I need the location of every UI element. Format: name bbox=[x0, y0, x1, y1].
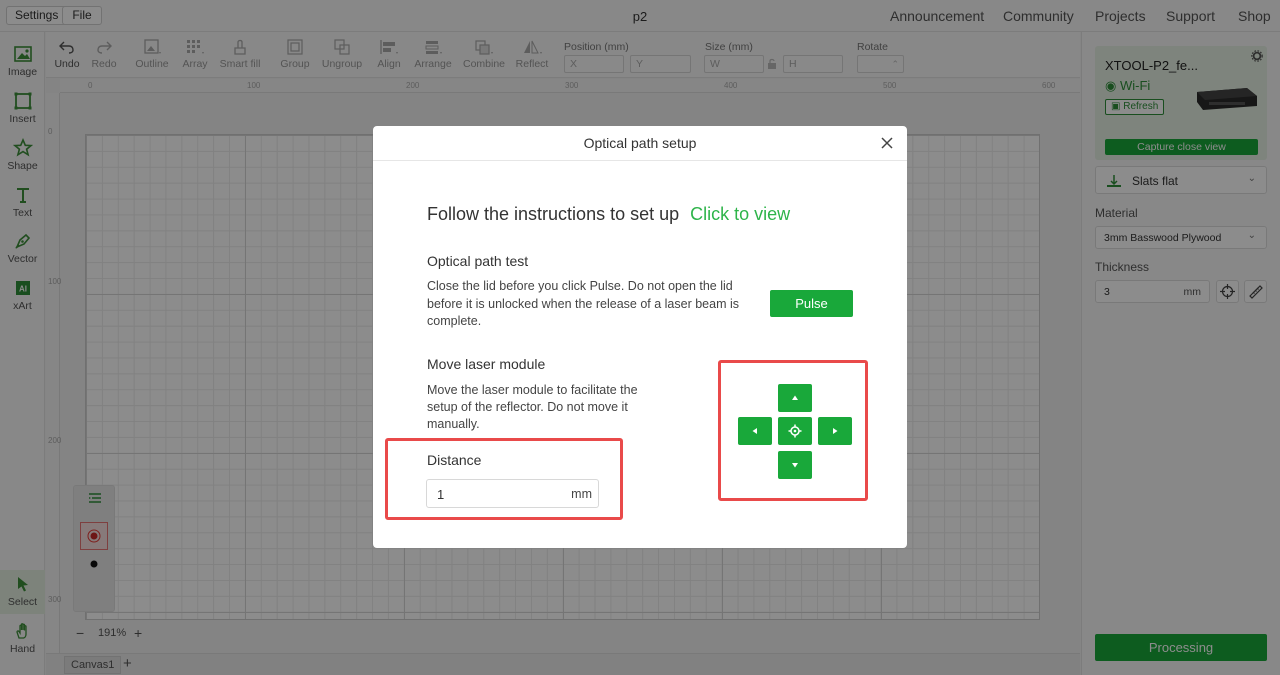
move-laser-module-text: Move the laser module to facilitate the … bbox=[427, 383, 638, 431]
instructions-row: Follow the instructions to set up Click … bbox=[427, 204, 790, 225]
distance-input[interactable]: 1 mm bbox=[426, 479, 599, 508]
arrow-left-icon bbox=[752, 428, 757, 434]
instructions-text: Follow the instructions to set up bbox=[427, 204, 680, 224]
pulse-button[interactable]: Pulse bbox=[770, 290, 853, 317]
move-right-button[interactable] bbox=[818, 417, 852, 445]
close-icon[interactable] bbox=[879, 135, 895, 151]
optical-path-test-heading: Optical path test bbox=[427, 253, 529, 269]
move-up-button[interactable] bbox=[778, 384, 812, 412]
click-to-view-link[interactable]: Click to view bbox=[690, 204, 790, 224]
distance-value: 1 bbox=[437, 487, 445, 502]
move-left-button[interactable] bbox=[738, 417, 772, 445]
arrow-right-icon bbox=[833, 428, 838, 434]
crosshair-home-icon bbox=[788, 424, 802, 438]
arrow-up-icon bbox=[792, 395, 798, 400]
arrow-down-icon bbox=[792, 463, 798, 468]
dialog-title: Optical path setup bbox=[373, 126, 907, 161]
move-down-button[interactable] bbox=[778, 451, 812, 479]
distance-unit: mm bbox=[571, 487, 592, 501]
move-home-button[interactable] bbox=[778, 417, 812, 445]
move-laser-module-heading: Move laser module bbox=[427, 356, 546, 372]
optical-path-setup-dialog: Optical path setup Follow the instructio… bbox=[373, 126, 907, 548]
distance-label: Distance bbox=[427, 452, 482, 468]
optical-path-test-text: Close the lid before you click Pulse. Do… bbox=[427, 279, 739, 328]
